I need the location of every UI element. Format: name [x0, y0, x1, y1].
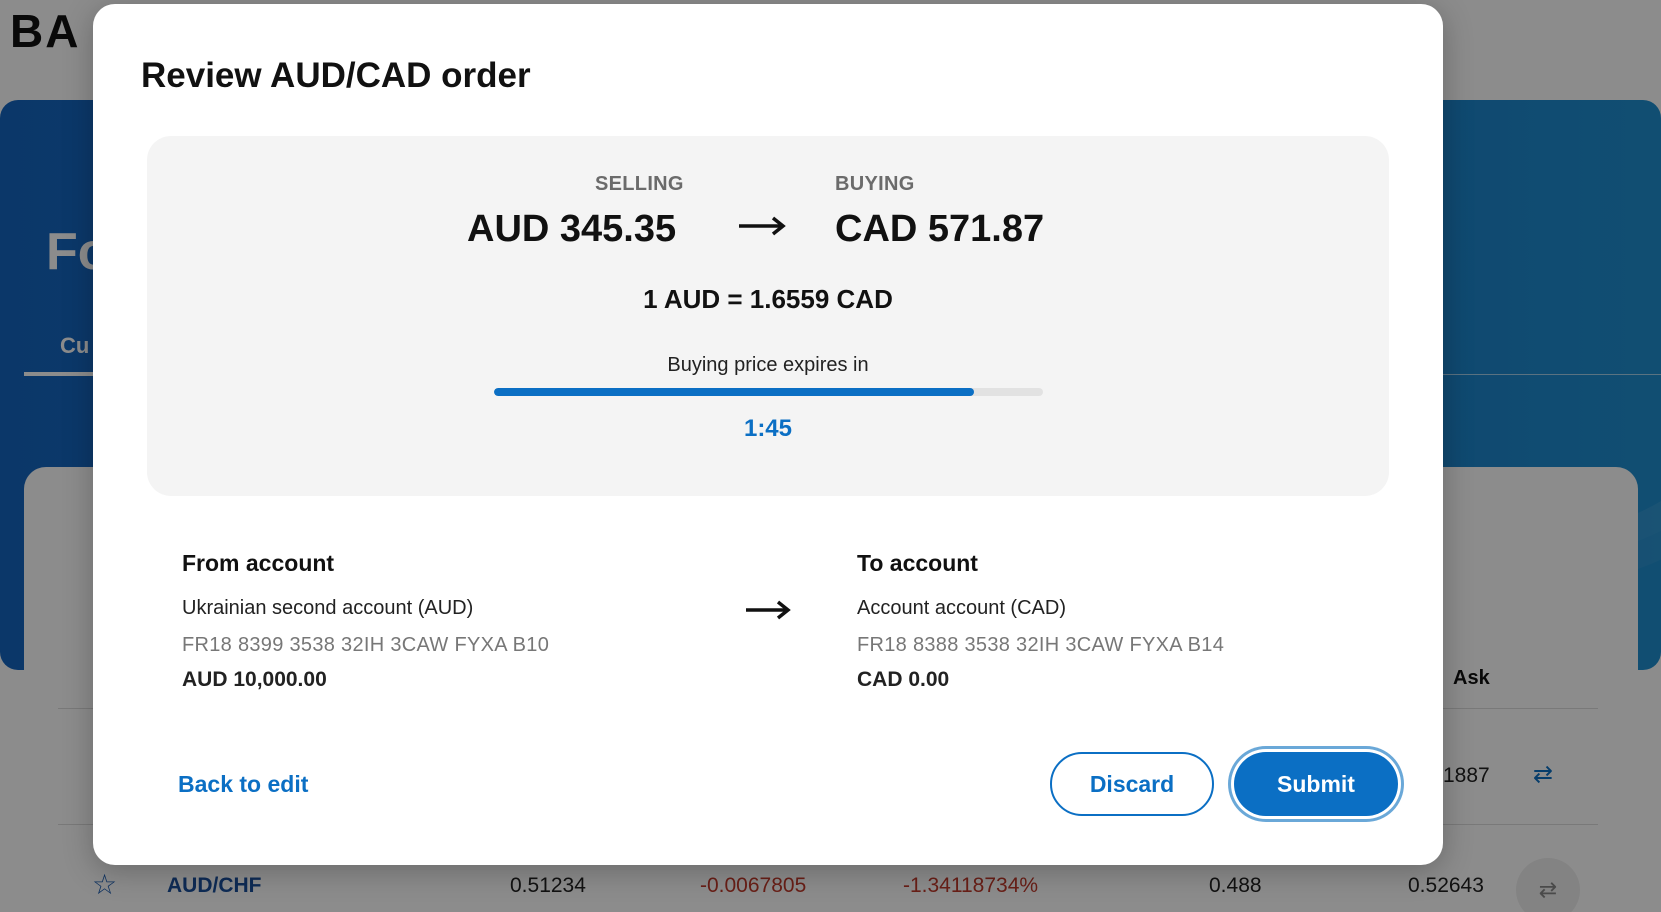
- exchange-rate: 1 AUD = 1.6559 CAD: [643, 284, 893, 314]
- expiry-progress-bar: [494, 388, 1043, 396]
- selling-amount: AUD 345.35: [467, 208, 677, 250]
- expiry-progress-fill: [494, 388, 975, 396]
- discard-button[interactable]: Discard: [1050, 752, 1214, 816]
- to-account-name: Account account (CAD): [857, 597, 1066, 619]
- from-account-name: Ukrainian second account (AUD): [182, 597, 474, 619]
- back-to-edit-link[interactable]: Back to edit: [178, 771, 308, 798]
- order-summary-panel: SELLING AUD 345.35 BUYING CAD 571.87 1 A…: [147, 136, 1389, 496]
- to-account-iban: FR18 8388 3538 32IH 3CAW FYXA B14: [857, 634, 1225, 656]
- review-order-dialog: Review AUD/CAD order SELLING AUD 345.35 …: [93, 4, 1443, 865]
- submit-button[interactable]: Submit: [1234, 752, 1398, 816]
- expiry-countdown: 1:45: [743, 415, 793, 442]
- buying-label: BUYING: [835, 173, 915, 195]
- from-account-balance: AUD 10,000.00: [182, 668, 327, 691]
- to-account-balance: CAD 0.00: [857, 668, 950, 691]
- from-account-heading: From account: [182, 550, 335, 576]
- dialog-title: Review AUD/CAD order: [141, 56, 531, 95]
- price-expiry-label: Buying price expires in: [667, 354, 869, 376]
- arrow-right-icon: [739, 216, 786, 236]
- from-account-iban: FR18 8399 3538 32IH 3CAW FYXA B10: [182, 634, 550, 656]
- buying-amount: CAD 571.87: [835, 208, 1045, 250]
- to-account-heading: To account: [857, 550, 978, 576]
- selling-label: SELLING: [595, 173, 684, 195]
- arrow-right-icon: [746, 600, 791, 620]
